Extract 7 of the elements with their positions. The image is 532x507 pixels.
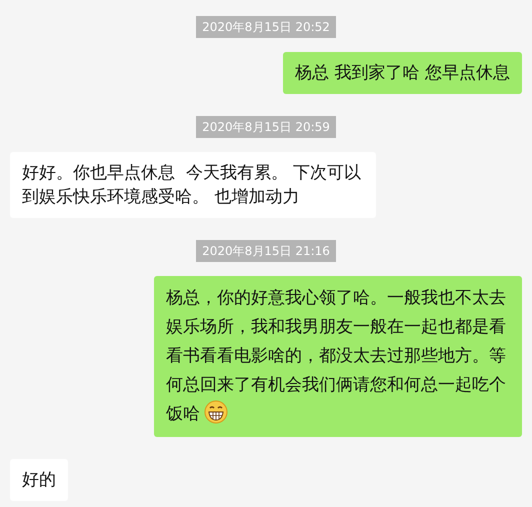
sent-message-bubble: 杨总，你的好意我心领了哈。一般我也不太去娱乐场所，我和我男朋友一般在一起也都是看看书看看电影啥的，都没太去过那些地方。等何总回来了有机会我们俩请您和何总一起吃个饭哈 [154, 276, 522, 437]
timestamp: 2020年8月15日 20:59 [196, 116, 336, 138]
received-message-bubble: 好好。你也早点休息 今天我有累。 下次可以到娱乐快乐环境感受哈。 也增加动力 [10, 152, 376, 218]
received-message-bubble: 好的 [10, 459, 68, 501]
timestamp: 2020年8月15日 20:52 [196, 16, 336, 38]
sent-message-bubble: 杨总 我到家了哈 您早点休息 [283, 52, 522, 94]
timestamp: 2020年8月15日 21:16 [196, 240, 336, 262]
